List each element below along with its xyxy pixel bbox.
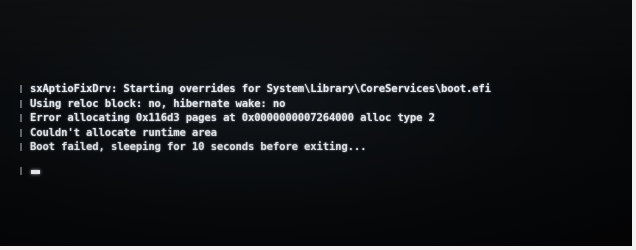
photo-border-right	[632, 0, 636, 250]
console-line-text: sxAptioFixDrv: Starting overrides for Sy…	[30, 83, 491, 95]
line-marker	[20, 143, 22, 152]
console-line: Using reloc block: no, hibernate wake: n…	[20, 97, 632, 112]
boot-screen: sxAptioFixDrv: Starting overrides for Sy…	[0, 0, 632, 246]
console-line: Boot failed, sleeping for 10 seconds bef…	[20, 140, 632, 155]
console-line-text: Boot failed, sleeping for 10 seconds bef…	[30, 141, 367, 154]
console-line: sxAptioFixDrv: Starting overrides for Sy…	[20, 82, 632, 97]
line-marker	[20, 128, 22, 137]
line-marker	[20, 99, 22, 108]
text-cursor	[31, 170, 40, 174]
line-marker	[20, 85, 22, 93]
console-line: Error allocating 0x116d3 pages at 0x0000…	[20, 111, 632, 126]
console-line-text: Error allocating 0x116d3 pages at 0x0000…	[30, 112, 435, 125]
photo-border-bottom	[0, 246, 636, 250]
console-line-text: Couldn't allocate runtime area	[30, 126, 217, 139]
line-marker	[20, 114, 22, 123]
photo-frame: sxAptioFixDrv: Starting overrides for Sy…	[0, 0, 636, 250]
line-marker	[20, 167, 22, 175]
console-line: Couldn't allocate runtime area	[20, 126, 632, 141]
cursor-line	[20, 164, 80, 178]
boot-console-output: sxAptioFixDrv: Starting overrides for Sy…	[20, 82, 632, 155]
console-line-text: Using reloc block: no, hibernate wake: n…	[30, 97, 286, 110]
